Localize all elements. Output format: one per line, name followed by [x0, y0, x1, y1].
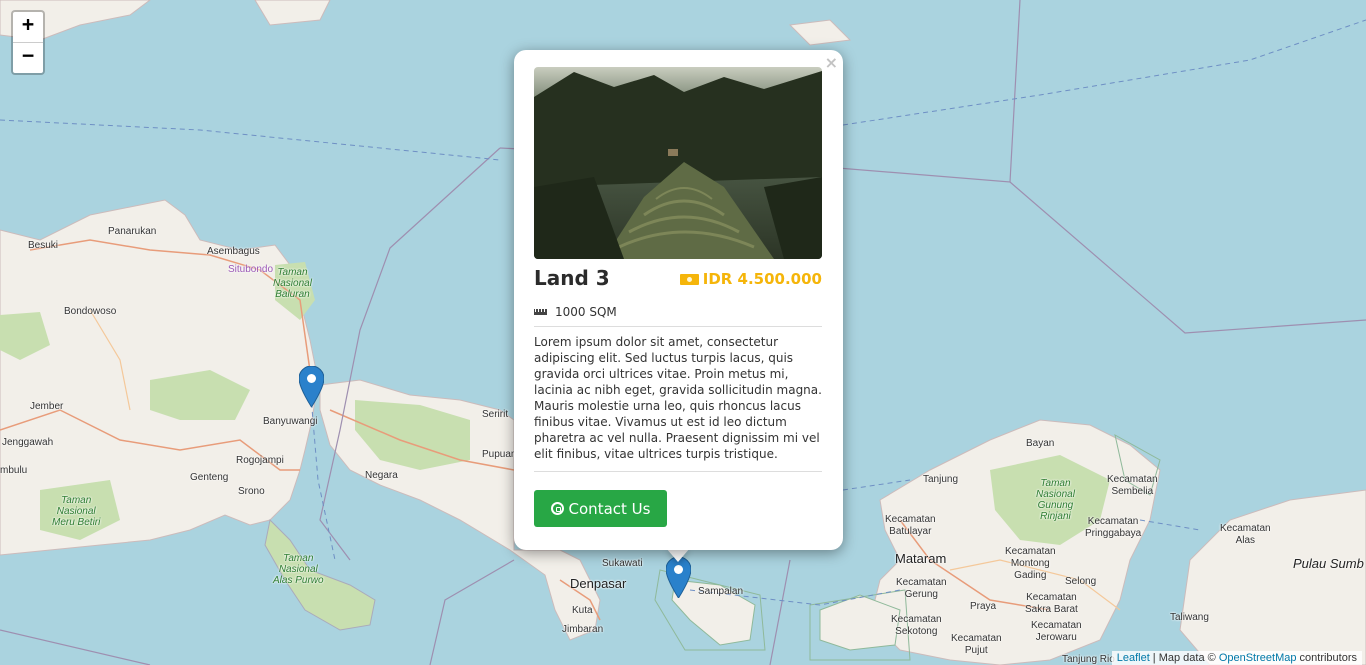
- place-label: Seririt: [482, 409, 509, 420]
- place-label: Kecamatan Sekotong: [891, 614, 942, 637]
- park-label: Taman Nasional Gunung Rinjani: [1036, 478, 1075, 522]
- place-label: Besuki: [28, 240, 59, 251]
- place-label: Praya: [970, 601, 997, 612]
- zoom-out-button[interactable]: −: [13, 43, 43, 73]
- place-label: Srono: [238, 486, 265, 497]
- place-label: Kecamatan Sakra Barat: [1025, 592, 1078, 615]
- ruler-icon: [534, 309, 547, 315]
- listing-price: IDR 4.500.000: [679, 270, 822, 288]
- park-label: Taman Nasional Meru Betiri: [52, 495, 101, 528]
- place-label: Sampalan: [698, 586, 744, 597]
- place-label: Kecamatan Alas: [1220, 523, 1271, 546]
- price-value: IDR 4.500.000: [702, 270, 822, 288]
- attribution-contributors: contributors: [1296, 652, 1357, 664]
- place-label: Tanjung: [923, 474, 959, 485]
- park-label: Taman Nasional Baluran: [273, 267, 312, 300]
- place-label: Kecamatan Pringgabaya: [1085, 516, 1142, 539]
- park-label: Taman Nasional Alas Purwo: [273, 553, 324, 586]
- place-label: Kuta: [572, 605, 593, 616]
- place-label: Rogojampi: [236, 455, 284, 466]
- divider: [534, 326, 822, 327]
- place-label: Kecamatan Batulayar: [885, 514, 936, 537]
- place-label: Jember: [30, 401, 64, 412]
- divider: [534, 471, 822, 472]
- map-marker-icon[interactable]: [666, 557, 691, 598]
- zoom-control: + −: [11, 10, 45, 75]
- place-label: Mataram: [895, 551, 947, 566]
- listing-photo: [534, 67, 822, 259]
- place-label: mbulu: [0, 465, 28, 476]
- listing-title: Land 3: [534, 266, 610, 290]
- place-label: Tanjung Rio: [1062, 654, 1115, 665]
- map-marker-icon[interactable]: [299, 366, 324, 407]
- place-label: Bayan: [1026, 438, 1055, 449]
- listing-area: 1000 SQM: [534, 305, 617, 319]
- place-label: Jenggawah: [2, 437, 54, 448]
- popup-tip: [666, 548, 690, 562]
- place-label: Pupuan: [482, 449, 517, 460]
- listing-description: Lorem ipsum dolor sit amet, consectetur …: [534, 335, 822, 461]
- place-label: Banyuwangi: [263, 416, 318, 427]
- money-icon: [679, 273, 699, 285]
- whatsapp-icon: [550, 502, 564, 515]
- place-label: Kecamatan Sembelia: [1107, 474, 1158, 497]
- map-attribution: Leaflet | Map data © OpenStreetMap contr…: [1111, 651, 1362, 665]
- region-label: Pulau Sumb: [1293, 556, 1364, 571]
- attribution-separator: | Map data ©: [1149, 652, 1219, 664]
- place-label: Panarukan: [108, 226, 157, 237]
- leaflet-link[interactable]: Leaflet: [1117, 652, 1150, 664]
- place-label: Asembagus: [207, 246, 260, 257]
- place-label: Kecamatan Jerowaru: [1031, 620, 1082, 643]
- osm-link[interactable]: OpenStreetMap: [1219, 652, 1297, 664]
- area-value: 1000 SQM: [555, 305, 617, 319]
- place-label: Selong: [1065, 576, 1097, 587]
- place-label: Sukawati: [602, 558, 643, 569]
- place-label: Negara: [365, 470, 398, 481]
- zoom-in-button[interactable]: +: [13, 12, 43, 43]
- place-label: Taliwang: [1170, 612, 1209, 623]
- contact-label: Contact Us: [568, 499, 651, 518]
- place-label: Kecamatan Montong Gading: [1005, 546, 1056, 581]
- place-label: Kecamatan Pujut: [951, 633, 1002, 656]
- place-label: Jimbaran: [562, 624, 604, 635]
- place-label: Genteng: [190, 472, 229, 483]
- place-label: Situbondo: [228, 264, 274, 275]
- place-label: Denpasar: [570, 576, 627, 591]
- place-label: Kecamatan Gerung: [896, 577, 947, 600]
- place-label: Bondowoso: [64, 306, 117, 317]
- listing-popup: × Land 3 IDR 4.500.000 1000 SQM Lorem ip…: [514, 50, 843, 550]
- close-button[interactable]: ×: [825, 53, 838, 72]
- contact-button[interactable]: Contact Us: [534, 490, 667, 527]
